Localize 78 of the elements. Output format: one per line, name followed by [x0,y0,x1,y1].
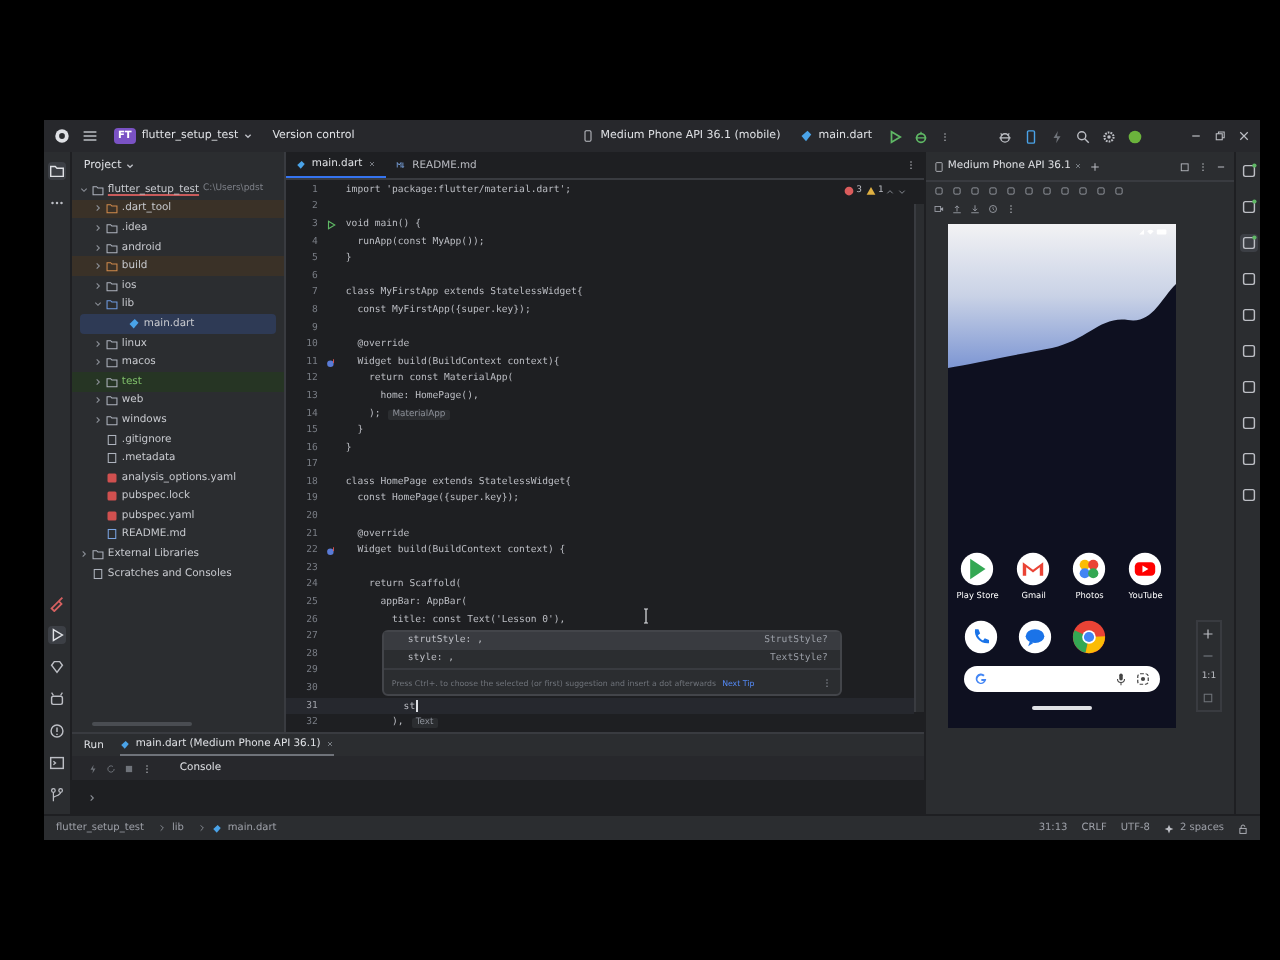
android-icon[interactable] [47,690,66,708]
close-icon[interactable] [1238,130,1250,142]
device-mirror-icon[interactable] [1024,129,1038,143]
override-icon[interactable] [326,357,337,368]
external-window-icon[interactable] [1180,161,1191,171]
lightning-icon[interactable] [87,763,98,773]
avatar-icon[interactable] [1128,129,1142,143]
stop-icon[interactable] [123,763,134,773]
search-icon[interactable] [1076,129,1090,143]
chevron-icon[interactable] [93,223,102,232]
restore-icon[interactable] [1214,130,1226,142]
terminal-icon[interactable] [47,754,66,772]
phone-icon [582,130,595,142]
play-store-icon[interactable] [960,552,995,586]
zoom-in-icon[interactable] [1202,628,1215,640]
home-indicator[interactable] [1031,706,1092,709]
chevron-icon[interactable] [93,243,102,252]
folder-icon[interactable] [47,162,66,180]
menu-icon[interactable] [82,128,98,144]
settings-icon[interactable] [1102,129,1116,143]
chevron-icon[interactable] [79,550,88,559]
lightning-icon[interactable] [1050,129,1064,143]
pinwheel-icon[interactable] [1072,552,1107,586]
gem-icon[interactable] [47,658,66,676]
chevron-icon[interactable] [93,377,102,386]
chevron-icon[interactable] [93,281,102,290]
run-icon[interactable] [47,626,66,644]
chevron-icon[interactable] [93,358,102,367]
fit-screen-icon[interactable] [1202,692,1215,704]
override-icon[interactable] [326,546,337,557]
sparkle-icon[interactable] [1163,823,1174,833]
browser-icon[interactable] [1071,620,1106,654]
chevron-icon[interactable] [93,204,102,213]
dart-icon [119,739,130,749]
caret-icon [125,162,134,170]
scrollbar[interactable] [913,204,924,712]
text-cursor-icon [641,608,650,624]
upload-icon[interactable] [951,204,962,214]
chevron-icon[interactable] [93,415,102,424]
problems-icon[interactable] [47,722,66,740]
google-logo-icon [973,672,988,686]
app-logo-icon [54,128,70,144]
microphone-icon[interactable] [1113,672,1128,686]
chevron-icon[interactable] [93,339,102,348]
error-icon [843,186,854,196]
chevron-down-icon[interactable] [897,187,906,195]
record-icon[interactable] [933,204,944,214]
warning-icon [865,186,876,196]
dart-icon [800,130,813,142]
device-icon [933,161,944,171]
reload-icon[interactable] [105,763,116,773]
lock-icon[interactable] [1238,823,1248,833]
bug-icon[interactable] [998,129,1012,143]
dart-icon [295,159,306,169]
dart-icon [127,317,140,330]
plus-icon[interactable] [1090,161,1101,171]
chevron-up-icon[interactable] [886,187,895,195]
brush-icon[interactable] [47,594,66,612]
caret-icon [244,132,253,140]
chevron-icon[interactable] [93,262,102,271]
debug-icon[interactable] [914,129,928,143]
search-bar[interactable] [963,666,1160,692]
chevron-icon[interactable] [93,396,102,405]
download-icon[interactable] [969,204,980,214]
git-branch-icon[interactable] [47,786,66,804]
mail-icon[interactable] [1016,552,1051,586]
video-play-icon[interactable] [1128,552,1163,586]
chevron-icon[interactable] [79,185,88,194]
run-icon[interactable] [888,129,902,143]
run-icon[interactable] [326,219,337,230]
chevron-icon[interactable] [93,300,102,309]
minimize-icon[interactable] [1216,161,1227,171]
phone-call-icon[interactable] [963,620,998,654]
markdown-icon [396,160,407,170]
dart-icon [211,823,222,833]
history-icon[interactable] [987,204,998,214]
minimize-icon[interactable] [1190,130,1202,142]
chat-bubble-icon[interactable] [1017,620,1052,654]
